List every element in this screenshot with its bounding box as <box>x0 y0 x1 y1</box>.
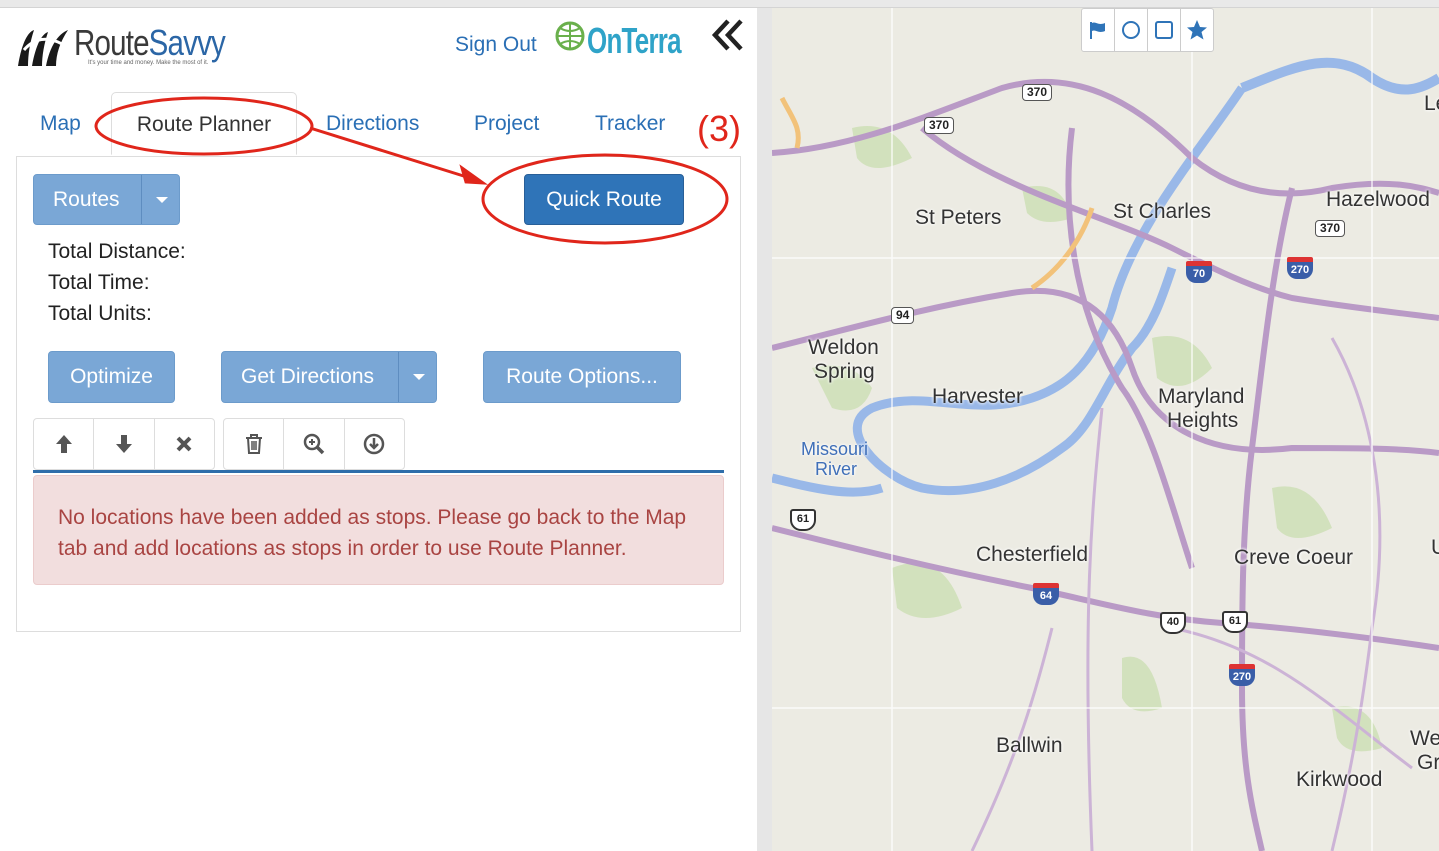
zoom-in-icon[interactable] <box>284 419 345 469</box>
route-shield-370: 370 <box>924 117 955 134</box>
map-label-river: River <box>815 459 858 479</box>
map-label-ballwin: Ballwin <box>996 734 1063 757</box>
optimize-button[interactable]: Optimize <box>48 351 175 403</box>
map-canvas <box>772 8 1439 851</box>
chevron-down-icon[interactable] <box>398 352 438 402</box>
map-label-missouri: Missouri <box>801 439 869 459</box>
map-view[interactable]: St Peters St Charles Hazelwood Weldon Sp… <box>772 8 1439 851</box>
route-shield-370: 370 <box>1022 84 1053 101</box>
map-label-harvester: Harvester <box>932 385 1024 408</box>
interstate-shield-270: 270 <box>1287 257 1313 279</box>
square-icon[interactable] <box>1148 9 1181 51</box>
trash-icon[interactable] <box>224 419 285 469</box>
no-stops-alert: No locations have been added as stops. P… <box>33 475 724 585</box>
interstate-shield-270: 270 <box>1229 664 1255 686</box>
arrow-down-icon[interactable] <box>94 419 155 469</box>
map-label-kirkwood: Kirkwood <box>1296 768 1383 791</box>
get-directions-label: Get Directions <box>241 365 375 388</box>
toolbar-divider <box>33 470 724 473</box>
route-options-button[interactable]: Route Options... <box>483 351 681 403</box>
map-label-partial-le: Le <box>1424 92 1439 115</box>
map-label-partial-u: U <box>1431 536 1439 559</box>
route-shield-370: 370 <box>1315 220 1346 237</box>
map-label-weldon: Weldon <box>808 336 879 359</box>
map-label-hazelwood: Hazelwood <box>1326 188 1430 211</box>
map-label-st-peters: St Peters <box>915 206 1002 229</box>
map-label-partial-gr: Gr <box>1417 751 1439 774</box>
flag-icon[interactable] <box>1082 9 1115 51</box>
route-shield-61: 61 <box>790 509 816 531</box>
map-label-spring: Spring <box>814 360 875 383</box>
arrow-up-icon[interactable] <box>34 419 95 469</box>
stop-actions-toolbar <box>223 418 405 470</box>
map-label-heights: Heights <box>1167 409 1239 432</box>
map-label-chesterfield: Chesterfield <box>976 543 1089 566</box>
star-icon[interactable] <box>1181 9 1213 51</box>
route-shield-94: 94 <box>891 307 915 324</box>
stop-order-toolbar <box>33 418 215 470</box>
close-icon[interactable] <box>155 419 214 469</box>
map-label-creve-coeur: Creve Coeur <box>1234 546 1354 569</box>
panel-splitter[interactable] <box>757 8 772 851</box>
circle-icon[interactable] <box>1115 9 1148 51</box>
download-circle-icon[interactable] <box>345 419 404 469</box>
map-label-partial-we: We <box>1410 727 1439 750</box>
annotation-overlay <box>94 96 729 245</box>
total-time-label: Total Time: <box>48 271 150 294</box>
total-units-label: Total Units: <box>48 302 152 325</box>
interstate-shield-70: 70 <box>1186 261 1212 283</box>
map-label-maryland: Maryland <box>1158 385 1245 408</box>
interstate-shield-64: 64 <box>1033 583 1059 605</box>
map-label-st-charles: St Charles <box>1113 200 1212 223</box>
get-directions-button[interactable]: Get Directions <box>221 351 437 403</box>
map-draw-toolbar <box>1081 8 1214 52</box>
us-shield-61: 61 <box>1222 611 1248 633</box>
us-shield-40: 40 <box>1160 612 1186 634</box>
